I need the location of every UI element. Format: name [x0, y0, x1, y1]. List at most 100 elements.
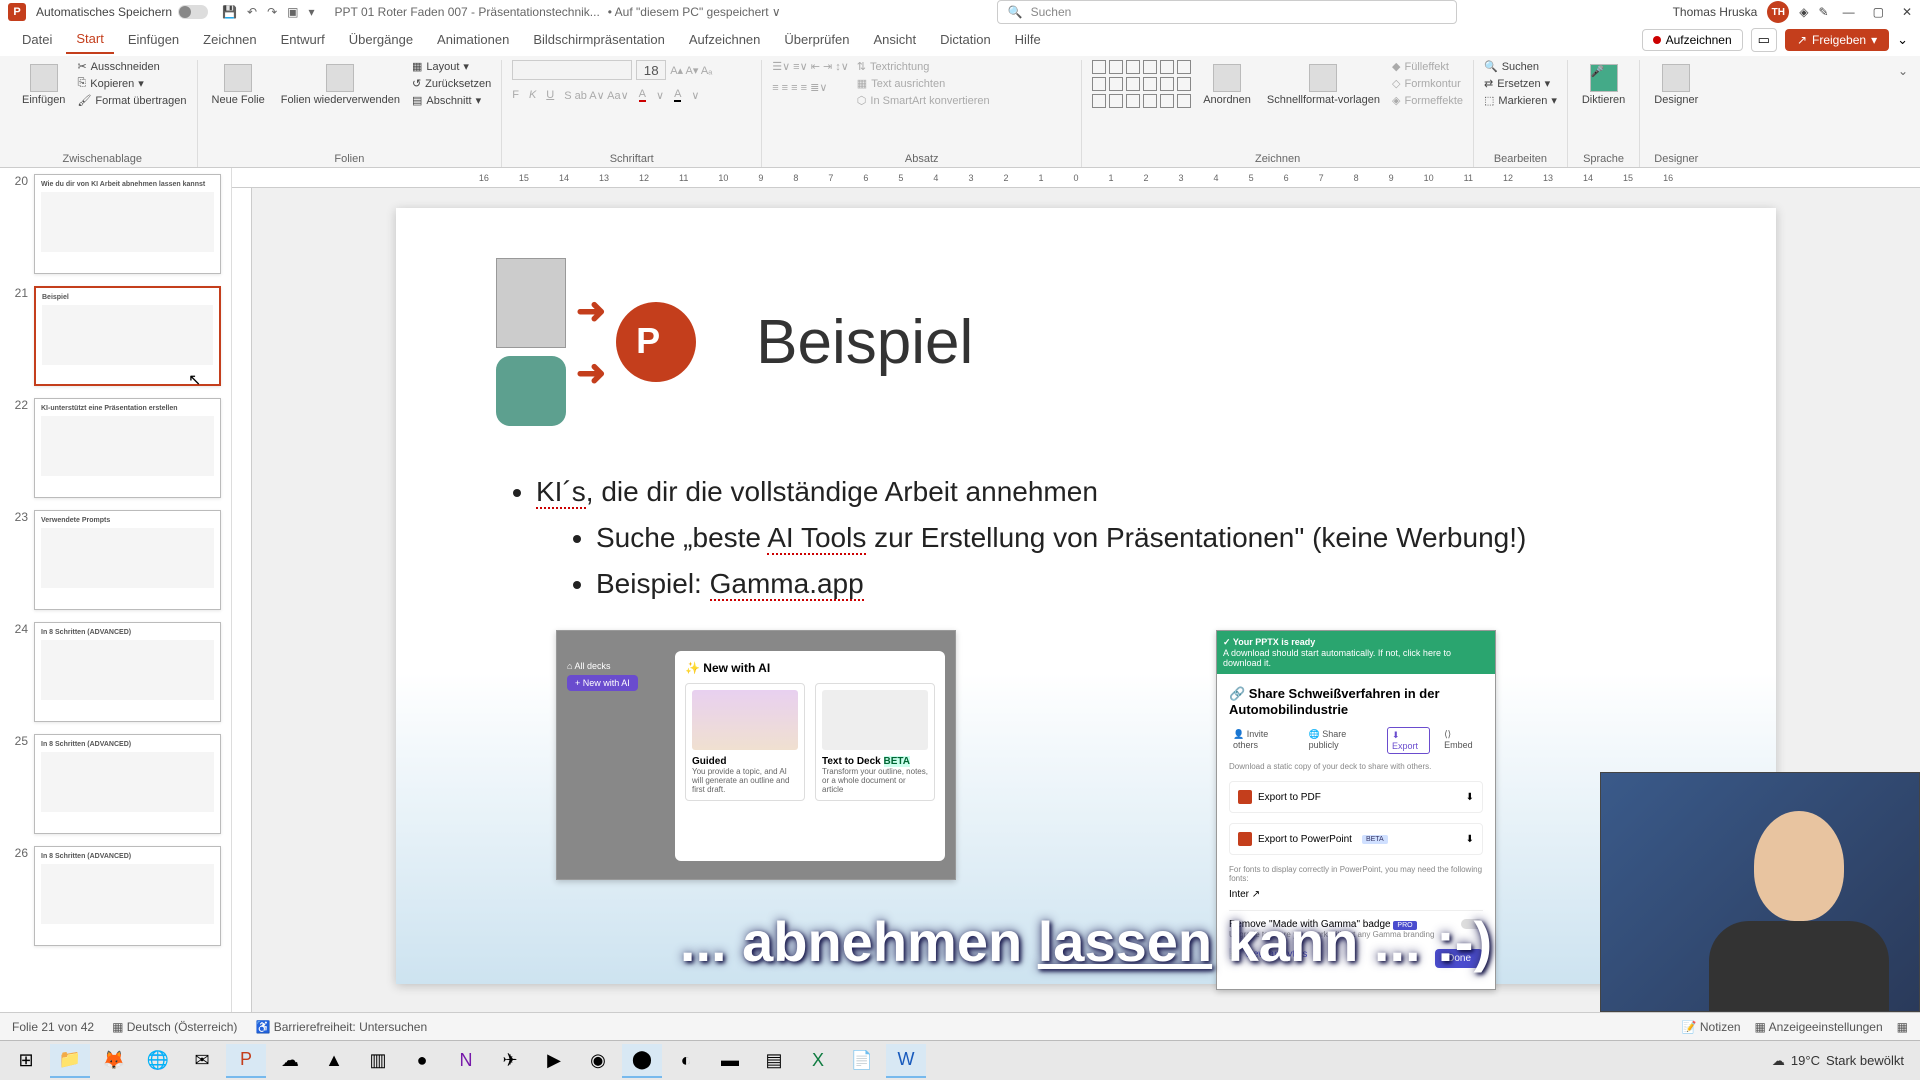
select-button[interactable]: ⬚Markieren▾ — [1484, 94, 1557, 107]
tab-ansicht[interactable]: Ansicht — [863, 26, 926, 53]
redo-icon[interactable]: ↷ — [267, 5, 277, 19]
arrow-icon: ➜ — [576, 290, 606, 332]
tab-entwurf[interactable]: Entwurf — [271, 26, 335, 53]
thumbnail-slide-25[interactable]: 25In 8 Schritten (ADVANCED) — [10, 734, 221, 834]
app-icon[interactable]: ▤ — [754, 1044, 794, 1078]
search-input[interactable]: 🔍 Suchen — [997, 0, 1457, 24]
share-label: Freigeben — [1812, 33, 1866, 47]
tab-animationen[interactable]: Animationen — [427, 26, 519, 53]
qat-dropdown-icon[interactable]: ▾ — [309, 5, 315, 19]
notes-button[interactable]: 📝 Notizen — [1682, 1020, 1741, 1034]
group-font: Schriftart — [512, 151, 751, 167]
normal-view-icon[interactable]: ▦ — [1897, 1020, 1908, 1034]
arrange-button[interactable]: Anordnen — [1199, 60, 1255, 110]
layout-button[interactable]: ▦Layout▾ — [412, 60, 491, 73]
dictate-button[interactable]: 🎤Diktieren — [1578, 60, 1629, 110]
tab-dictation[interactable]: Dictation — [930, 26, 1001, 53]
format-painter-button[interactable]: 🖌Format übertragen — [77, 94, 186, 107]
app-icon[interactable]: ⬤ — [622, 1044, 662, 1078]
language-status[interactable]: ▦ Deutsch (Österreich) — [112, 1020, 237, 1034]
present-icon[interactable]: ▣ — [287, 5, 298, 19]
thumbnail-slide-23[interactable]: 23Verwendete Prompts — [10, 510, 221, 610]
share-button[interactable]: ↗Freigeben▾ — [1785, 29, 1889, 51]
section-button[interactable]: ▤Abschnitt▾ — [412, 94, 491, 107]
obs-icon[interactable]: ◉ — [578, 1044, 618, 1078]
shapes-gallery[interactable] — [1092, 60, 1191, 108]
app-icon[interactable]: ▥ — [358, 1044, 398, 1078]
pen-icon[interactable]: ✎ — [1819, 5, 1829, 19]
chrome-icon[interactable]: 🌐 — [138, 1044, 178, 1078]
tab-start[interactable]: Start — [66, 25, 113, 54]
replace-button[interactable]: ⇄Ersetzen▾ — [1484, 77, 1557, 90]
excel-icon[interactable]: X — [798, 1044, 838, 1078]
app-icon[interactable]: ☁ — [270, 1044, 310, 1078]
tab-zeichnen[interactable]: Zeichnen — [193, 26, 266, 53]
tab-aufzeichnen[interactable]: Aufzeichnen — [679, 26, 771, 53]
powerpoint-taskbar-icon[interactable]: P — [226, 1044, 266, 1078]
display-settings-button[interactable]: ▦ Anzeigeeinstellungen — [1755, 1020, 1883, 1034]
slide-body: KI´s, die dir die vollständige Arbeit an… — [496, 476, 1676, 600]
word-icon[interactable]: W — [886, 1044, 926, 1078]
outlook-icon[interactable]: ✉ — [182, 1044, 222, 1078]
save-status[interactable]: • Auf "diesem PC" gespeichert ∨ — [608, 5, 781, 19]
slide-counter: Folie 21 von 42 — [12, 1020, 94, 1034]
scissors-icon: ✂ — [77, 60, 86, 73]
minimize-button[interactable]: — — [1843, 5, 1855, 19]
cut-button[interactable]: ✂Ausschneiden — [77, 60, 186, 73]
shape-outline-button: ◇Formkontur — [1392, 77, 1463, 90]
start-button[interactable]: ⊞ — [6, 1044, 46, 1078]
thumbnail-slide-26[interactable]: 26In 8 Schritten (ADVANCED) — [10, 846, 221, 946]
section-icon: ▤ — [412, 94, 422, 107]
present-mode-icon[interactable]: ▭ — [1751, 28, 1777, 52]
diamond-icon[interactable]: ◈ — [1799, 5, 1808, 19]
tab-überprüfen[interactable]: Überprüfen — [774, 26, 859, 53]
explorer-icon[interactable]: 📁 — [50, 1044, 90, 1078]
onenote-icon[interactable]: N — [446, 1044, 486, 1078]
slide-canvas[interactable]: ➜ ➜ Beispiel KI´s, die dir die vollständ… — [396, 208, 1776, 984]
collapse-ribbon-icon[interactable]: ⌄ — [1894, 60, 1912, 167]
slide-thumbnails[interactable]: 20Wie du dir von KI Arbeit abnehmen lass… — [0, 168, 232, 1012]
chevron-down-icon[interactable]: ⌄ — [1897, 32, 1908, 48]
weather-temp: 19°C — [1791, 1053, 1820, 1068]
app-icon[interactable]: ● — [402, 1044, 442, 1078]
search-icon: 🔍 — [1008, 5, 1023, 19]
user-name[interactable]: Thomas Hruska — [1673, 5, 1758, 19]
reset-icon: ↺ — [412, 77, 421, 90]
thumbnail-slide-21[interactable]: 21Beispiel — [10, 286, 221, 386]
app-icon[interactable]: ▶ — [534, 1044, 574, 1078]
tab-datei[interactable]: Datei — [12, 26, 62, 53]
thumbnail-slide-22[interactable]: 22KI-unterstützt eine Präsentation erste… — [10, 398, 221, 498]
save-icon[interactable]: 💾 — [222, 5, 237, 19]
maximize-button[interactable]: ▢ — [1873, 5, 1884, 19]
font-family-input — [512, 60, 632, 80]
tab-einfügen[interactable]: Einfügen — [118, 26, 189, 53]
vlc-icon[interactable]: ▲ — [314, 1044, 354, 1078]
accessibility-status[interactable]: ♿ Barrierefreiheit: Untersuchen — [255, 1020, 427, 1034]
tab-übergänge[interactable]: Übergänge — [339, 26, 423, 53]
undo-icon[interactable]: ↶ — [247, 5, 257, 19]
designer-button[interactable]: Designer — [1650, 60, 1702, 110]
tab-bildschirmpräsentation[interactable]: Bildschirmpräsentation — [523, 26, 675, 53]
search-icon: 🔍 — [1484, 60, 1498, 73]
chevron-down-icon: ▾ — [1871, 33, 1877, 47]
thumbnail-slide-20[interactable]: 20Wie du dir von KI Arbeit abnehmen lass… — [10, 174, 221, 274]
notepad-icon[interactable]: 📄 — [842, 1044, 882, 1078]
arrow-icon: ➜ — [576, 352, 606, 394]
telegram-icon[interactable]: ✈ — [490, 1044, 530, 1078]
new-slide-button[interactable]: Neue Folie — [208, 60, 269, 110]
tab-hilfe[interactable]: Hilfe — [1005, 26, 1051, 53]
app-icon[interactable]: ◐ — [666, 1044, 706, 1078]
autosave-toggle[interactable] — [178, 5, 208, 19]
reuse-slides-button[interactable]: Folien wiederverwenden — [277, 60, 404, 110]
find-button[interactable]: 🔍Suchen — [1484, 60, 1557, 73]
slide-title: Beispiel — [756, 307, 973, 378]
thumbnail-slide-24[interactable]: 24In 8 Schritten (ADVANCED) — [10, 622, 221, 722]
record-button[interactable]: Aufzeichnen — [1642, 29, 1743, 51]
weather-widget[interactable]: ☁ 19°C Stark bewölkt — [1772, 1053, 1914, 1069]
reset-button[interactable]: ↺Zurücksetzen — [412, 77, 491, 90]
firefox-icon[interactable]: 🦊 — [94, 1044, 134, 1078]
app-icon[interactable]: ▬ — [710, 1044, 750, 1078]
avatar[interactable]: TH — [1767, 1, 1789, 23]
copy-button[interactable]: ⎘Kopieren▾ — [77, 77, 186, 90]
close-button[interactable]: ✕ — [1902, 5, 1912, 19]
